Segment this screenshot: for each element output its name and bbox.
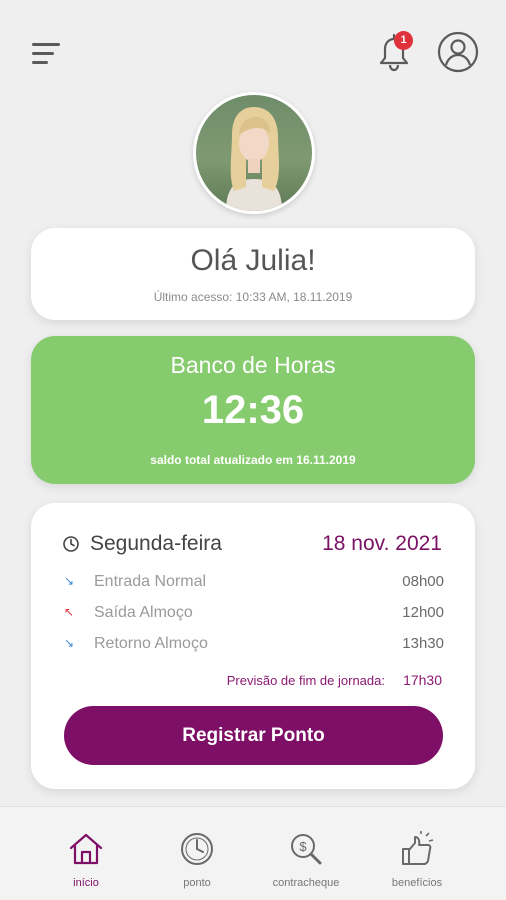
clock-icon bbox=[181, 833, 213, 865]
punch-row: ↖ Saída Almoço 12h00 bbox=[64, 604, 444, 626]
weekday-label: Segunda-feira bbox=[90, 532, 222, 555]
nav-item-ponto[interactable]: ponto bbox=[142, 807, 252, 900]
arrow-out-icon: ↖ bbox=[64, 605, 75, 619]
menu-icon bbox=[32, 43, 60, 46]
home-icon bbox=[69, 833, 103, 865]
bottom-navigation: início ponto $ contracheque benefícios bbox=[0, 806, 506, 900]
hours-bank-title: Banco de Horas bbox=[170, 352, 336, 378]
clock-icon bbox=[63, 536, 79, 552]
top-bar: 1 bbox=[0, 0, 506, 100]
nav-label: benefícios bbox=[391, 877, 443, 889]
punch-time: 13h30 bbox=[402, 635, 444, 652]
greeting-card: Olá Julia! Último acesso: 10:33 AM, 18.1… bbox=[31, 228, 475, 320]
money-search-icon: $ bbox=[291, 834, 322, 865]
nav-item-inicio[interactable]: início bbox=[31, 807, 141, 900]
date-label: 18 nov. 2021 bbox=[322, 532, 442, 555]
hours-bank-updated: saldo total atualizado em 16.11.2019 bbox=[150, 453, 356, 467]
arrow-in-icon: ↘ bbox=[64, 574, 75, 588]
user-icon bbox=[437, 31, 479, 73]
notifications-button[interactable]: 1 bbox=[372, 30, 416, 74]
notification-badge: 1 bbox=[394, 31, 413, 50]
nav-label: início bbox=[73, 877, 99, 889]
forecast-time: 17h30 bbox=[403, 672, 442, 688]
punch-label: Retorno Almoço bbox=[94, 635, 208, 652]
profile-photo bbox=[196, 95, 312, 211]
profile-button[interactable] bbox=[436, 30, 480, 74]
register-punch-button[interactable]: Registrar Ponto bbox=[64, 706, 443, 765]
punch-time: 08h00 bbox=[402, 573, 444, 590]
last-access-text: Último acesso: 10:33 AM, 18.11.2019 bbox=[153, 290, 353, 304]
punch-label: Entrada Normal bbox=[94, 573, 207, 590]
menu-button[interactable] bbox=[28, 40, 64, 70]
punch-time: 12h00 bbox=[402, 604, 444, 621]
nav-item-contracheque[interactable]: $ contracheque bbox=[251, 807, 361, 900]
forecast-label: Previsão de fim de jornada: bbox=[226, 673, 385, 688]
punch-row: ↘ Entrada Normal 08h00 bbox=[64, 573, 444, 595]
nav-label: contracheque bbox=[272, 877, 340, 889]
punch-label: Saída Almoço bbox=[94, 604, 193, 621]
arrow-in-icon: ↘ bbox=[64, 636, 75, 650]
svg-text:$: $ bbox=[299, 839, 307, 854]
greeting-title: Olá Julia! bbox=[190, 244, 316, 277]
nav-label: ponto bbox=[183, 877, 211, 889]
avatar[interactable] bbox=[193, 92, 315, 214]
punch-row: ↘ Retorno Almoço 13h30 bbox=[64, 635, 444, 657]
nav-item-beneficios[interactable]: benefícios bbox=[362, 807, 472, 900]
hours-bank-balance: 12:36 bbox=[201, 388, 305, 432]
hours-bank-card[interactable]: Banco de Horas 12:36 saldo total atualiz… bbox=[31, 336, 475, 484]
thumbs-up-icon bbox=[402, 831, 434, 865]
day-card: Segunda-feira 18 nov. 2021 ↘ Entrada Nor… bbox=[31, 503, 475, 789]
